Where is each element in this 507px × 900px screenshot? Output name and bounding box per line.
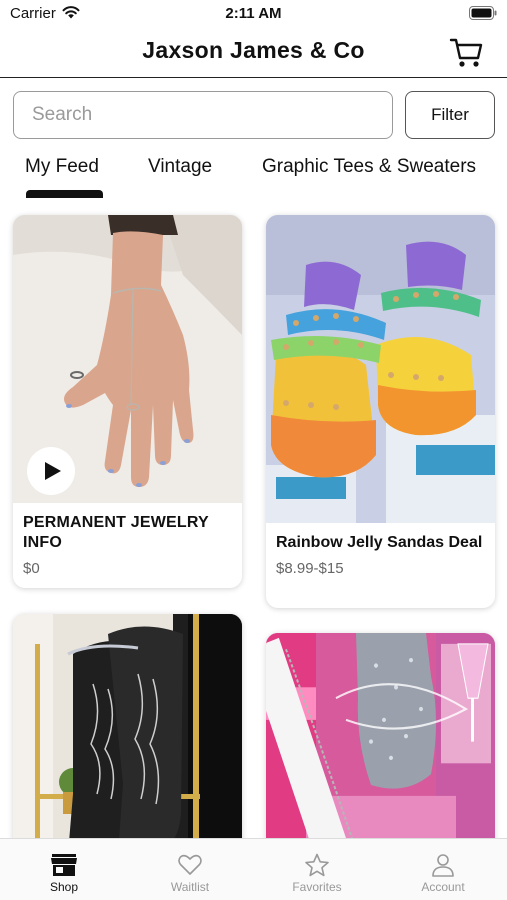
product-title: PERMANENT JEWELRY INFO: [23, 514, 209, 551]
product-price: $0: [23, 560, 40, 577]
battery-icon: [469, 6, 497, 20]
tab-graphic-tees-sweaters[interactable]: Graphic Tees & Sweaters: [262, 156, 476, 178]
storefront-icon: [51, 854, 77, 876]
status-bar: Carrier 2:11 AM: [0, 0, 507, 28]
product-image-cowboy-boots: [13, 614, 242, 854]
product-info: Rainbow Jelly Sandas Deal $8.99-$15: [276, 533, 486, 577]
tabbar-item-shop[interactable]: Shop: [1, 839, 127, 900]
tabbar-item-account[interactable]: Account: [380, 839, 506, 900]
play-video-icon[interactable]: [27, 447, 75, 495]
tabbar-label: Favorites: [292, 880, 342, 894]
tabbar-item-favorites[interactable]: Favorites: [254, 839, 380, 900]
bottom-tab-bar: Shop Waitlist Favorites Account: [0, 838, 507, 900]
tabbar-label: Account: [421, 880, 465, 894]
tab-my-feed[interactable]: My Feed: [25, 156, 99, 178]
tab-vintage[interactable]: Vintage: [148, 156, 212, 178]
tabbar-item-waitlist[interactable]: Waitlist: [127, 839, 253, 900]
product-card[interactable]: PERMANENT JEWELRY INFO $0: [13, 215, 242, 588]
product-title: Rainbow Jelly Sandas Deal: [276, 534, 483, 551]
tabbar-label: Shop: [49, 880, 79, 894]
product-price: $8.99-$15: [276, 560, 344, 577]
navigation-header: Jaxson James & Co: [0, 28, 507, 78]
product-image-jelly-sandals: [266, 215, 495, 523]
star-icon: [305, 853, 329, 877]
product-card[interactable]: [266, 633, 495, 854]
person-icon: [432, 854, 454, 877]
active-tab-indicator: [26, 190, 103, 198]
product-card[interactable]: [13, 614, 242, 854]
heart-icon: [178, 854, 202, 875]
product-card[interactable]: Rainbow Jelly Sandas Deal $8.99-$15: [266, 215, 495, 608]
product-info: PERMANENT JEWELRY INFO $0: [23, 513, 233, 577]
tabbar-label: Waitlist: [170, 880, 210, 894]
category-tabs: My Feed Vintage Graphic Tees & Sweaters: [0, 150, 507, 202]
cart-icon[interactable]: [449, 36, 485, 70]
search-input[interactable]: [13, 91, 393, 139]
store-title: Jaxson James & Co: [142, 37, 365, 63]
product-image-chain-collage: [266, 633, 495, 854]
filter-button[interactable]: Filter: [405, 91, 495, 139]
status-time: 2:11 AM: [225, 5, 282, 22]
